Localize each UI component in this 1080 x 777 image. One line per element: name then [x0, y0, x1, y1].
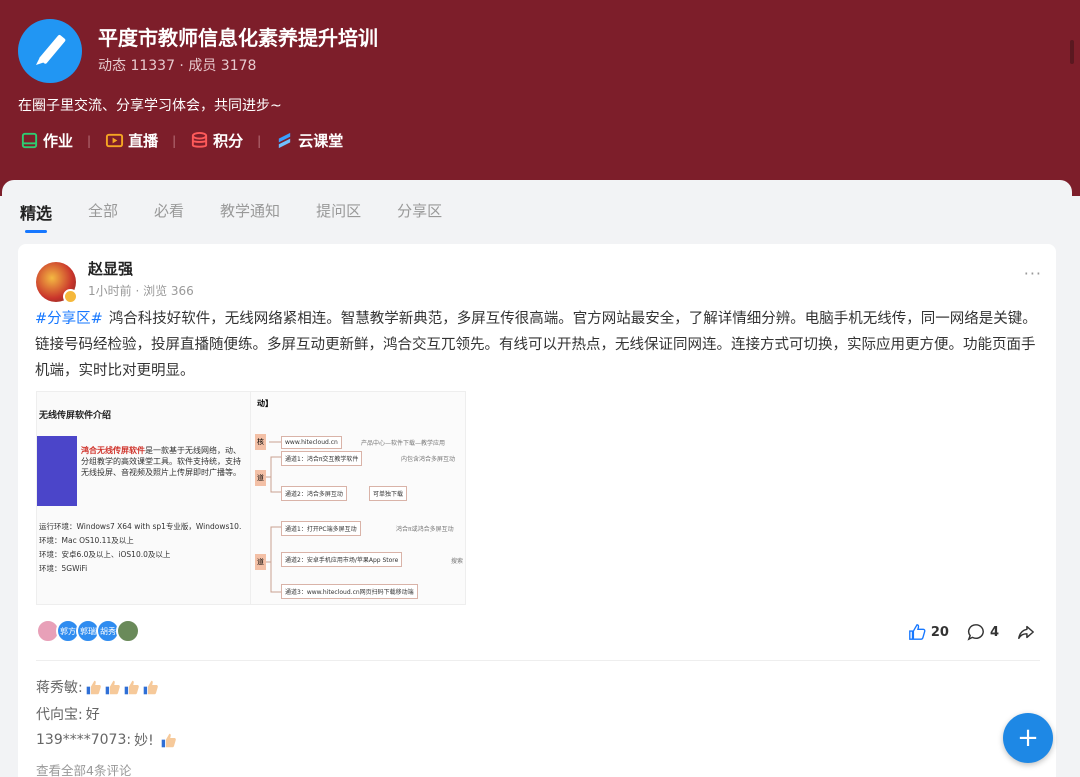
- comment-text: 好: [85, 707, 100, 723]
- separator: |: [87, 133, 92, 148]
- cloud-class-label: 云课堂: [298, 132, 344, 150]
- scrollbar[interactable]: [1070, 40, 1074, 64]
- group-title: 平度市教师信息化素养提升培训: [98, 26, 378, 50]
- see-all-comments-link[interactable]: 查看全部4条评论: [36, 760, 131, 777]
- spec-line: 环境：安卓6.0及以上、iOS10.0及以上: [39, 550, 171, 559]
- thumbs-up-icon: [908, 624, 926, 640]
- main-panel: 精选 全部 必看 教学通知 提问区 分享区 赵显强 1小时前 · 浏览 366 …: [2, 180, 1072, 777]
- tab-must-see[interactable]: 必看: [154, 200, 184, 224]
- divider: [36, 660, 1040, 661]
- mindmap-note: 产品中心—软件下载—教学应用: [361, 440, 446, 447]
- share-icon: [1018, 625, 1034, 640]
- post-card: 赵显强 1小时前 · 浏览 366 ··· #分享区# 鸿合科技好软件，无线网络紧…: [18, 244, 1056, 777]
- image-description: 鸿合无线传屏软件是一款基于无线网络，动、分组教学的高效课堂工具。软件支持统，支持…: [81, 445, 247, 478]
- separator: |: [172, 133, 177, 148]
- cloud-class-icon: [278, 132, 291, 149]
- mindmap-root: 道: [255, 554, 266, 570]
- comment-user: 代向宝:: [36, 707, 83, 723]
- image-intro-panel: 无线传屏软件介绍 鸿合无线传屏软件是一款基于无线网络，动、分组教学的高效课堂工具…: [37, 392, 250, 604]
- mindmap-note: 内包含鸿合多屏互动: [401, 456, 456, 463]
- comment-text: 妙!: [134, 733, 154, 749]
- post-actions: 20 4: [890, 623, 1040, 641]
- group-stats: 动态 11337 · 成员 3178: [98, 58, 257, 74]
- comment-icon: [967, 624, 984, 641]
- homework-label: 作业: [43, 132, 74, 150]
- homework-icon: [21, 132, 38, 149]
- comment-button[interactable]: 4: [967, 623, 999, 641]
- thumbs-up-emoji-icon: [86, 680, 101, 694]
- thumbs-up-emoji-icon: [105, 680, 120, 694]
- like-count: 20: [930, 624, 949, 640]
- create-post-button[interactable]: +: [1003, 713, 1053, 763]
- like-button[interactable]: 20: [908, 623, 949, 641]
- mindmap-node: www.hitecloud.cn: [281, 436, 342, 449]
- thumbs-up-emoji-icon: [124, 680, 139, 694]
- tab-featured[interactable]: 精选: [20, 200, 52, 233]
- mindmap-note: 鸿合π或鸿合多屏互动: [396, 526, 454, 533]
- image-screenshot: [37, 436, 77, 506]
- live-label: 直播: [128, 132, 159, 150]
- comment-item: 代向宝: 好: [36, 704, 100, 724]
- tab-bar: 精选 全部 必看 教学通知 提问区 分享区: [20, 200, 478, 233]
- mindmap-root: 核: [255, 434, 266, 450]
- spec-line: 环境：5GWiFi: [39, 564, 88, 573]
- share-button[interactable]: [1017, 623, 1040, 641]
- live-icon: [106, 133, 124, 148]
- author-name[interactable]: 赵显强: [88, 258, 133, 279]
- tab-questions[interactable]: 提问区: [316, 200, 361, 224]
- more-options-button[interactable]: ···: [1024, 264, 1042, 283]
- liker-avatar: [116, 619, 140, 643]
- live-link[interactable]: 直播: [105, 130, 158, 151]
- separator: |: [257, 133, 262, 148]
- group-description: 在圈子里交流、分享学习体会，共同进步~: [18, 98, 282, 114]
- tab-share[interactable]: 分享区: [397, 200, 442, 224]
- tab-notices[interactable]: 教学通知: [220, 200, 280, 224]
- image-specs: 运行环境：Windows7 X64 with sp1专业版，Windows10.…: [39, 520, 241, 576]
- comment-count: 4: [989, 624, 999, 640]
- image-title: 无线传屏软件介绍: [39, 411, 112, 421]
- spec-line: 运行环境：Windows7 X64 with sp1专业版，Windows10.: [39, 522, 242, 531]
- thumbs-up-emoji-icon: [143, 680, 158, 694]
- comment-user: 蒋秀敏:: [36, 680, 83, 696]
- comment-user: 139****7073:: [36, 732, 132, 748]
- points-icon: [192, 131, 208, 148]
- cloud-class-link[interactable]: 云课堂: [275, 130, 343, 151]
- mindmap-node: 可单独下载: [369, 486, 408, 501]
- image-mindmap-panel: 动】 核 道 道 www.hitecloud.cn 产品中心—软件下载—教学应用…: [250, 392, 465, 604]
- mindmap-root: 道: [255, 470, 266, 486]
- mindmap-node: 通道2：鸿合多屏互动: [281, 486, 347, 501]
- post-text: 鸿合科技好软件，无线网络紧相连。智慧教学新典范，多屏互传很高端。官方网站最安全，…: [35, 311, 1037, 379]
- verified-badge-icon: [63, 289, 78, 304]
- thumbs-up-emoji-icon: [161, 733, 176, 747]
- image-highlight: 鸿合无线传屏软件: [81, 446, 145, 455]
- tab-all[interactable]: 全部: [88, 200, 118, 224]
- points-link[interactable]: 积分: [190, 130, 243, 151]
- mindmap-note: 搜索: [451, 558, 464, 565]
- post-tag[interactable]: #分享区#: [35, 311, 103, 327]
- group-header: 平度市教师信息化素养提升培训 动态 11337 · 成员 3178 在圈子里交流…: [0, 0, 1080, 196]
- quick-links: 作业 | 直播 | 积分 | 云课堂: [20, 130, 343, 151]
- mindmap-node: 通道1：鸿合π交互教学软件: [281, 451, 363, 466]
- post-body: #分享区# 鸿合科技好软件，无线网络紧相连。智慧教学新典范，多屏互传很高端。官方网…: [35, 306, 1045, 384]
- mindmap-node: 通道2：安卓手机应用市场/苹果App Store: [281, 552, 403, 567]
- group-logo: [18, 19, 82, 83]
- comment-item: 蒋秀敏:: [36, 677, 159, 697]
- post-image[interactable]: 无线传屏软件介绍 鸿合无线传屏软件是一款基于无线网络，动、分组教学的高效课堂工具…: [36, 391, 466, 605]
- points-label: 积分: [213, 132, 244, 150]
- spec-line: 环境：Mac OS10.11及以上: [39, 536, 134, 545]
- liker-avatars[interactable]: 郭方 郭瑞 胡秀: [36, 619, 140, 643]
- homework-link[interactable]: 作业: [20, 130, 73, 151]
- post-meta: 1小时前 · 浏览 366: [88, 284, 194, 298]
- mindmap-node: 通道3：www.hitecloud.cn网页扫码下载移动端: [281, 584, 418, 599]
- comment-item: 139****7073: 妙!: [36, 730, 177, 750]
- pen-icon: [36, 34, 66, 65]
- mindmap-node: 通道1：打开PC端多屏互动: [281, 521, 361, 536]
